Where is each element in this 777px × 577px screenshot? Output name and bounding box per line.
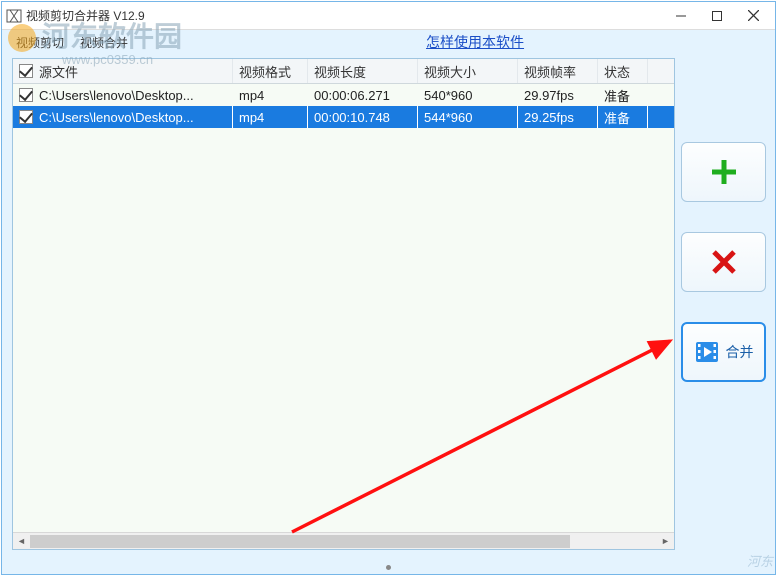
row-checkbox[interactable] [19,110,33,124]
window-title: 视频剪切合并器 V12.9 [26,7,663,24]
dot-icon [386,565,391,570]
cell-status: 准备 [598,84,648,106]
col-source-label: 源文件 [39,62,78,81]
scroll-left-button[interactable]: ◄ [13,533,30,549]
menu-video-cut[interactable]: 视频剪切 [8,31,72,54]
cell-length: 00:00:06.271 [308,84,418,106]
scroll-track[interactable] [30,533,657,549]
cell-length: 00:00:10.748 [308,106,418,128]
cell-format: mp4 [233,106,308,128]
row-checkbox[interactable] [19,88,33,102]
col-status[interactable]: 状态 [598,59,648,83]
col-length[interactable]: 视频长度 [308,59,418,83]
cell-source: C:\Users\lenovo\Desktop... [39,88,194,103]
titlebar: 视频剪切合并器 V12.9 [2,2,775,30]
app-window: 视频剪切合并器 V12.9 视频剪切 视频合并 怎样使用本软件 源文件 视频格式… [1,1,776,575]
film-icon [694,339,720,365]
add-button[interactable] [681,142,766,202]
plus-icon [709,157,739,187]
cell-size: 544*960 [418,106,518,128]
maximize-button[interactable] [699,2,735,30]
main-area: 源文件 视频格式 视频长度 视频大小 视频帧率 状态 C:\Users\leno… [12,58,675,550]
merge-button-label: 合并 [726,342,754,362]
col-size[interactable]: 视频大小 [418,59,518,83]
table-row[interactable]: C:\Users\lenovo\Desktop... mp4 00:00:06.… [13,84,674,106]
help-link[interactable]: 怎样使用本软件 [426,32,524,52]
menu-video-merge[interactable]: 视频合并 [72,31,136,54]
cell-source: C:\Users\lenovo\Desktop... [39,110,194,125]
cell-format: mp4 [233,84,308,106]
col-fps[interactable]: 视频帧率 [518,59,598,83]
cell-fps: 29.25fps [518,106,598,128]
table-row[interactable]: C:\Users\lenovo\Desktop... mp4 00:00:10.… [13,106,674,128]
remove-button[interactable] [681,232,766,292]
horizontal-scrollbar[interactable]: ◄ ► [13,532,674,549]
merge-button[interactable]: 合并 [681,322,766,382]
cell-status: 准备 [598,106,648,128]
scroll-right-button[interactable]: ► [657,533,674,549]
page-indicator [0,565,777,575]
menubar: 视频剪切 视频合并 怎样使用本软件 [2,30,775,54]
cell-fps: 29.97fps [518,84,598,106]
cell-size: 540*960 [418,84,518,106]
header-checkbox[interactable] [19,64,33,78]
table-header: 源文件 视频格式 视频长度 视频大小 视频帧率 状态 [13,59,674,84]
col-source[interactable]: 源文件 [13,59,233,83]
file-table: 源文件 视频格式 视频长度 视频大小 视频帧率 状态 C:\Users\leno… [12,58,675,550]
cross-icon [711,249,737,275]
minimize-button[interactable] [663,2,699,30]
table-body: C:\Users\lenovo\Desktop... mp4 00:00:06.… [13,84,674,532]
app-icon [6,8,22,24]
close-button[interactable] [735,2,771,30]
side-buttons: 合并 [681,142,766,382]
scroll-thumb[interactable] [30,535,570,548]
col-format[interactable]: 视频格式 [233,59,308,83]
